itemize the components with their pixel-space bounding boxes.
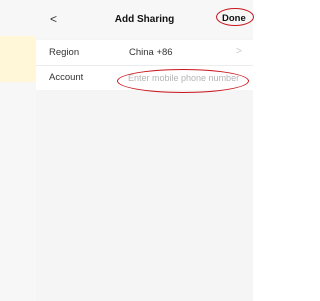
chevron-right-icon: > bbox=[236, 46, 242, 57]
left-background-panel bbox=[0, 0, 36, 301]
region-value: China +86 bbox=[129, 47, 173, 58]
region-label: Region bbox=[49, 47, 80, 58]
sharing-form: Region China +86 > Account bbox=[36, 40, 253, 90]
phone-number-input[interactable] bbox=[128, 71, 250, 84]
add-sharing-screen: < Add Sharing Done Region China +86 > Ac… bbox=[36, 0, 254, 301]
account-label: Account bbox=[49, 72, 84, 83]
region-row[interactable]: Region China +86 > bbox=[36, 40, 253, 66]
done-button[interactable]: Done bbox=[222, 13, 246, 24]
nav-bar: < Add Sharing Done bbox=[36, 0, 254, 38]
highlighted-region bbox=[0, 36, 36, 82]
page-title: Add Sharing bbox=[114, 14, 175, 25]
account-row: Account bbox=[36, 65, 253, 90]
